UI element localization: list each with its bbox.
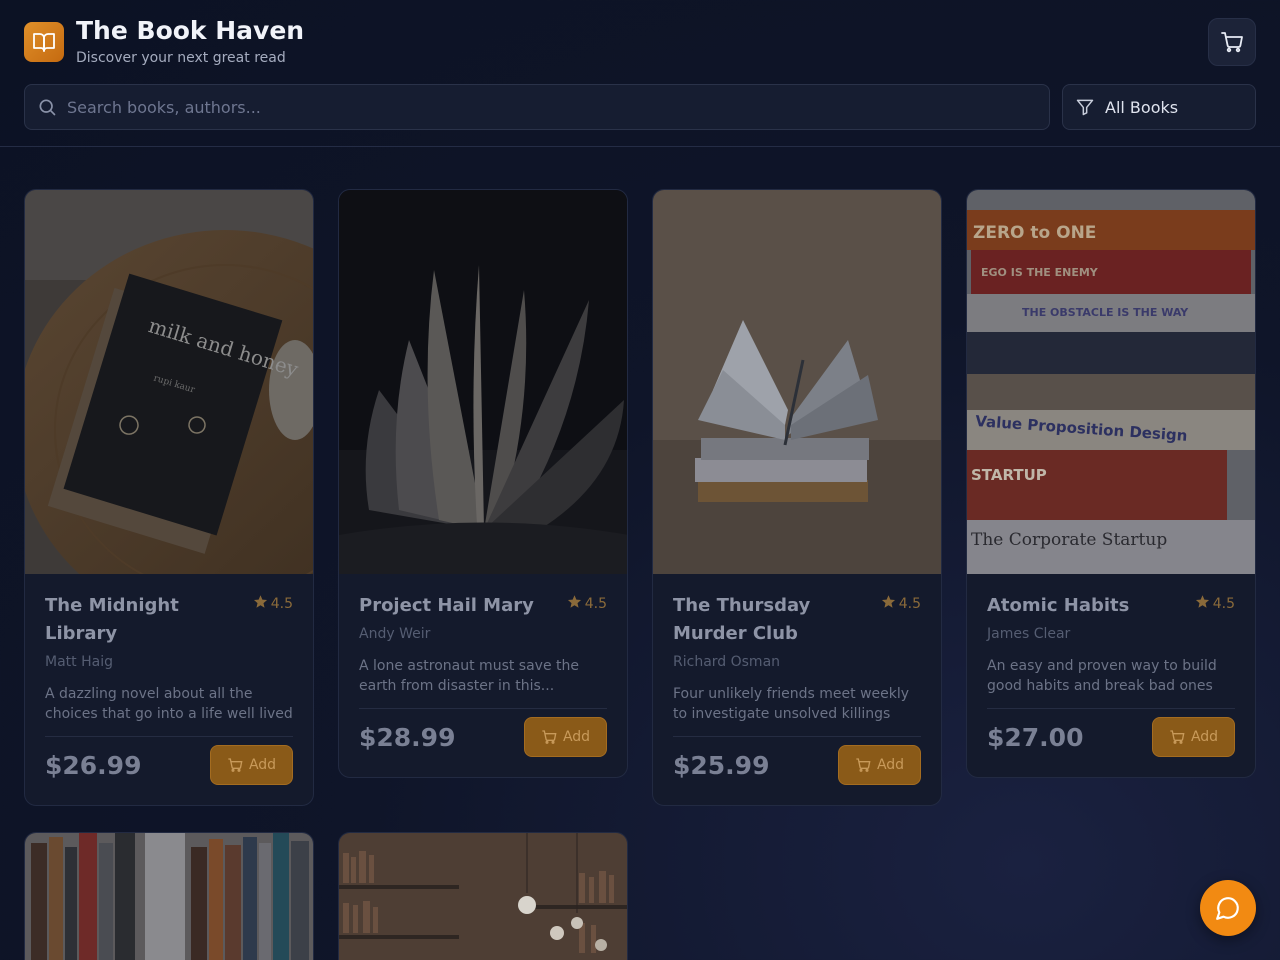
- cart-button[interactable]: [1208, 18, 1256, 66]
- book-price: $26.99: [45, 750, 142, 780]
- search-box: [24, 84, 1050, 130]
- add-to-cart-button[interactable]: Add: [1152, 717, 1235, 757]
- book-description: An easy and proven way to build good hab…: [987, 656, 1235, 709]
- book-price: $25.99: [673, 750, 770, 780]
- add-label: Add: [1190, 729, 1219, 745]
- add-to-cart-button[interactable]: Add: [524, 717, 607, 757]
- book-card[interactable]: The Thursday Murder Club 4.5 Richard Osm…: [652, 189, 942, 806]
- spine-text: The Corporate Startup: [971, 530, 1167, 550]
- book-description: A lone astronaut must save the earth fro…: [359, 656, 607, 709]
- star-icon: [881, 594, 896, 613]
- rating-value: 4.5: [1212, 595, 1235, 612]
- star-icon: [1195, 594, 1210, 613]
- book-cover-image: [653, 190, 941, 574]
- chat-button[interactable]: [1200, 880, 1256, 936]
- book-rating: 4.5: [253, 594, 293, 613]
- book-cover-image: [25, 833, 313, 960]
- book-title[interactable]: Atomic Habits: [987, 592, 1177, 620]
- book-rating: 4.5: [1195, 594, 1235, 613]
- spine-text: THE OBSTACLE IS THE WAY: [1022, 306, 1189, 319]
- cart-icon: [1170, 730, 1185, 744]
- book-cover-image: milk and honey rupi kaur: [25, 190, 313, 574]
- book-card[interactable]: Project Hail Mary 4.5 Andy Weir A lone a…: [338, 189, 628, 778]
- spine-text: STARTUP: [971, 466, 1047, 484]
- add-to-cart-button[interactable]: Add: [838, 745, 921, 785]
- spine-text: EGO IS THE ENEMY: [981, 266, 1099, 279]
- app-title: The Book Haven: [76, 16, 305, 45]
- book-title[interactable]: Project Hail Mary: [359, 592, 549, 620]
- cart-icon: [1221, 32, 1243, 53]
- rating-value: 4.5: [270, 595, 293, 612]
- book-card[interactable]: milk and honey rupi kaur The Midnight Li…: [24, 189, 314, 806]
- book-author: Matt Haig: [45, 654, 113, 670]
- book-price: $27.00: [987, 722, 1084, 752]
- book-rating: 4.5: [567, 594, 607, 613]
- book-rating: 4.5: [881, 594, 921, 613]
- add-label: Add: [562, 729, 591, 745]
- search-input[interactable]: [67, 97, 967, 117]
- book-author: Andy Weir: [359, 626, 431, 642]
- cart-icon: [542, 730, 557, 744]
- cart-icon: [228, 758, 243, 772]
- book-author: Richard Osman: [673, 654, 781, 670]
- book-cover-image: [339, 833, 627, 960]
- rating-value: 4.5: [584, 595, 607, 612]
- filter-icon: [1075, 97, 1095, 117]
- star-icon: [253, 594, 268, 613]
- book-card[interactable]: ZERO to ONE EGO IS THE ENEMY THE OBSTACL…: [966, 189, 1256, 778]
- app-header: The Book Haven Discover your next great …: [0, 0, 1280, 147]
- book-title[interactable]: The Thursday Murder Club: [673, 592, 863, 648]
- book-cover-image: ZERO to ONE EGO IS THE ENEMY THE OBSTACL…: [967, 190, 1255, 574]
- book-card[interactable]: [338, 832, 628, 960]
- add-label: Add: [876, 757, 905, 773]
- chat-icon: [1216, 897, 1239, 920]
- rating-value: 4.5: [898, 595, 921, 612]
- app-subtitle: Discover your next great read: [76, 50, 286, 66]
- add-to-cart-button[interactable]: Add: [210, 745, 293, 785]
- book-description: Four unlikely friends meet weekly to inv…: [673, 684, 921, 737]
- book-title[interactable]: The Midnight Library: [45, 592, 235, 648]
- book-price: $28.99: [359, 722, 456, 752]
- add-label: Add: [248, 757, 277, 773]
- book-author: James Clear: [987, 626, 1071, 642]
- book-cover-image: [339, 190, 627, 574]
- star-icon: [567, 594, 582, 613]
- filter-label: All Books: [1105, 97, 1179, 117]
- book-description: A dazzling novel about all the choices t…: [45, 684, 293, 737]
- book-open-icon: [24, 22, 64, 62]
- category-filter-select[interactable]: All Books: [1062, 84, 1256, 130]
- book-card[interactable]: [24, 832, 314, 960]
- search-icon: [37, 97, 57, 117]
- spine-text: ZERO to ONE: [973, 223, 1096, 243]
- cart-icon: [856, 758, 871, 772]
